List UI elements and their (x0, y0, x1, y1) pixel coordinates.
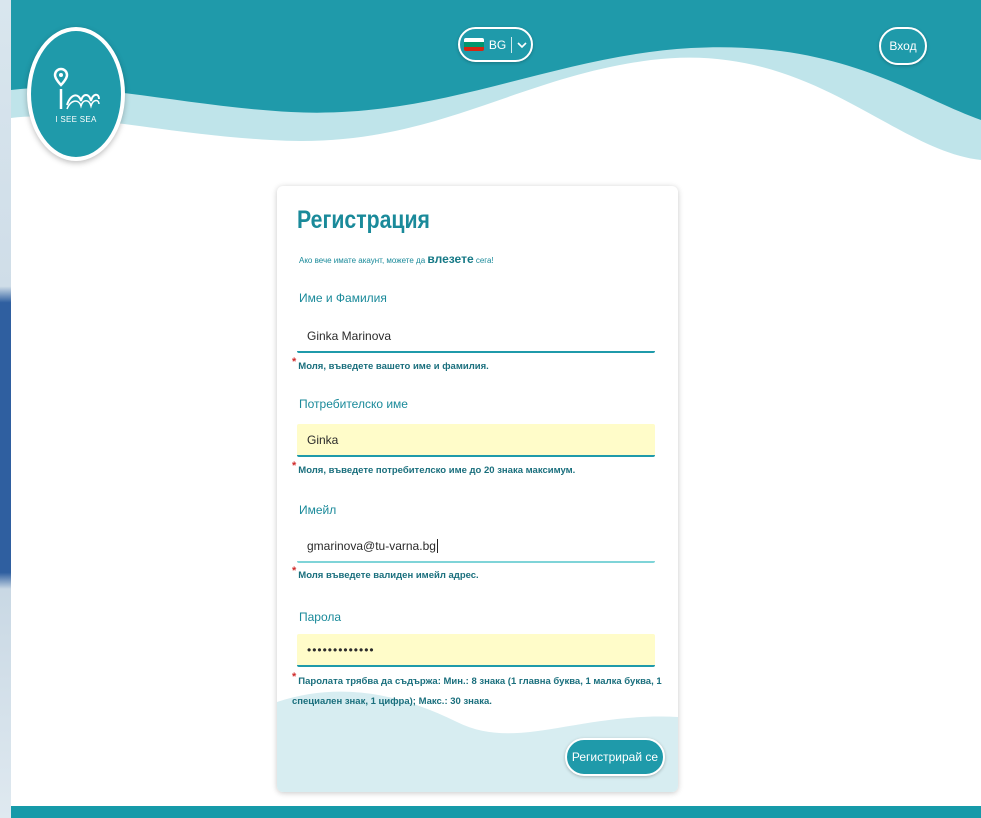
login-prompt-suffix: сега! (475, 256, 494, 265)
username-value: Ginka (307, 432, 339, 447)
email-hint-text: Моля въведете валиден имейл адрес. (298, 570, 479, 581)
required-mark: * (292, 355, 297, 368)
required-mark: * (292, 670, 297, 683)
language-code: BG (488, 37, 507, 52)
required-mark: * (292, 459, 297, 472)
header-wave (11, 0, 981, 160)
username-hint-text: Моля, въведете потребителско име до 20 з… (298, 465, 576, 476)
bulgaria-flag-icon (463, 38, 484, 51)
username-hint: * Моля, въведете потребителско име до 20 … (292, 459, 667, 481)
email-hint: * Моля въведете валиден имейл адрес. (292, 564, 667, 586)
chevron-down-icon (517, 41, 527, 48)
logo-text: I SEE SEA (55, 114, 97, 124)
password-label: Парола (299, 610, 342, 624)
email-label: Имейл (299, 503, 337, 517)
divider (511, 36, 513, 53)
footer-bar (11, 806, 981, 818)
fullname-label: Име и Фамилия (299, 291, 387, 305)
login-prompt-text: Ако вече имате акаунт, можете да (299, 256, 426, 265)
login-link[interactable]: влезете (427, 252, 473, 266)
background-strip (0, 0, 11, 818)
registration-card: Регистрация Ако вече имате акаунт, может… (277, 186, 678, 792)
fullname-input[interactable]: Ginka Marinova (297, 320, 655, 353)
password-hint: * Паролата трябва да съдържа: Мин.: 8 зна… (292, 670, 667, 712)
login-button[interactable]: Вход (879, 27, 927, 65)
fullname-hint: * Моля, въведете вашето име и фамилия. (292, 355, 667, 377)
language-selector[interactable]: BG (458, 27, 533, 62)
text-cursor (436, 538, 438, 553)
required-mark: * (292, 564, 297, 577)
password-hint-text: Паролата трябва да съдържа: Мин.: 8 знак… (292, 676, 662, 707)
page-title: Регистрация (297, 206, 430, 234)
password-value: ••••••••••••• (307, 642, 375, 657)
app-logo[interactable]: I SEE SEA (27, 27, 125, 161)
password-input[interactable]: ••••••••••••• (297, 634, 655, 667)
location-wave-icon (53, 67, 100, 109)
username-label: Потребителско име (299, 397, 408, 411)
username-input[interactable]: Ginka (297, 424, 655, 457)
email-value: gmarinova@tu-varna.bg (307, 538, 436, 553)
email-input[interactable]: gmarinova@tu-varna.bg (297, 530, 655, 563)
login-prompt: Ако вече имате акаунт, можете да влезете… (299, 252, 494, 266)
fullname-value: Ginka Marinova (307, 328, 392, 343)
register-button[interactable]: Регистрирай се (565, 738, 665, 776)
fullname-hint-text: Моля, въведете вашето име и фамилия. (298, 361, 489, 372)
